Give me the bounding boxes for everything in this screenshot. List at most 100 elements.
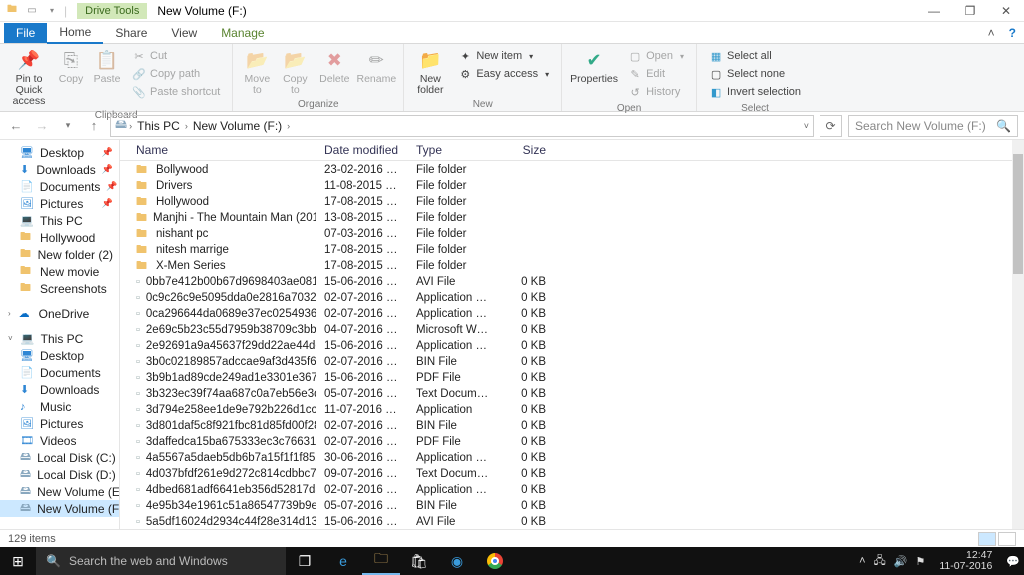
select-all-button[interactable]: ▦Select all: [705, 48, 805, 64]
copy-path-button[interactable]: 🔗Copy path: [128, 66, 224, 82]
nav-folder[interactable]: 🖿New movie: [0, 263, 119, 280]
nav-downloads[interactable]: ⬇Downloads: [0, 381, 119, 398]
tray-volume-icon[interactable]: 🔊: [894, 555, 908, 568]
file-row[interactable]: ▫2e92691a9a45637f29dd22ae44debf251d00...…: [120, 338, 1012, 354]
maximize-button[interactable]: ❐: [952, 0, 988, 22]
qat-item[interactable]: ▭: [24, 3, 40, 19]
file-row[interactable]: ▫3b0c02189857adccae9af3d435f69dec7a5e...…: [120, 354, 1012, 370]
history-button[interactable]: ↺History: [624, 84, 688, 100]
edit-button[interactable]: ✎Edit: [624, 66, 688, 82]
copy-button[interactable]: ⎘ Copy: [54, 46, 88, 87]
back-button[interactable]: ←: [6, 118, 26, 133]
properties-button[interactable]: ✔Properties: [568, 46, 620, 87]
file-row[interactable]: 🖿X-Men Series17-08-2015 12:42File folder: [120, 258, 1012, 274]
minimize-button[interactable]: —: [916, 0, 952, 22]
file-row[interactable]: ▫3b9b1ad89cde249ad1e3301e36793d7a866...1…: [120, 370, 1012, 386]
app-button[interactable]: ◉: [438, 547, 476, 575]
nav-videos[interactable]: 🎞Videos: [0, 432, 119, 449]
forward-button[interactable]: →: [32, 118, 52, 133]
chevron-down-icon[interactable]: ˅: [804, 121, 809, 131]
notifications-button[interactable]: 💬: [1006, 555, 1020, 568]
file-row[interactable]: ▫3d794e258ee1de9e792b226d1cc41a27bdb...1…: [120, 402, 1012, 418]
nav-this-pc-header[interactable]: ˅💻This PC: [0, 330, 119, 347]
file-row[interactable]: ▫4dbed681adf6641eb356d52817d3b08de06...0…: [120, 482, 1012, 498]
scrollbar[interactable]: [1012, 140, 1024, 529]
tray-chevron-icon[interactable]: ˄: [859, 555, 865, 567]
paste-button[interactable]: 📋 Paste: [90, 46, 124, 87]
nav-onedrive[interactable]: ›☁OneDrive: [0, 305, 119, 322]
easy-access-button[interactable]: ⚙Easy access▾: [454, 66, 553, 82]
nav-documents[interactable]: 📄Documents: [0, 364, 119, 381]
new-item-button[interactable]: ✦New item▾: [454, 48, 553, 64]
help-icon[interactable]: ?: [1001, 26, 1024, 40]
nav-this-pc[interactable]: 💻This PC: [0, 212, 119, 229]
edge-button[interactable]: e: [324, 547, 362, 575]
move-to-button[interactable]: 📂Move to: [239, 46, 275, 98]
ribbon-collapse-icon[interactable]: ˄: [982, 26, 1001, 40]
nav-folder[interactable]: 🖿Hollywood: [0, 229, 119, 246]
details-view-button[interactable]: [978, 532, 996, 546]
up-button[interactable]: ↑: [84, 118, 104, 133]
nav-pictures[interactable]: 🖼Pictures: [0, 415, 119, 432]
tab-share[interactable]: Share: [103, 23, 159, 43]
nav-documents[interactable]: 📄Documents📌: [0, 178, 119, 195]
breadcrumb-segment[interactable]: New Volume (F:): [190, 119, 285, 133]
tray-flag-icon[interactable]: ⚑: [915, 555, 925, 568]
start-button[interactable]: ⊞: [0, 553, 36, 570]
file-row[interactable]: ▫0c9c26c9e5095dda0e2816a7032babaf493...0…: [120, 290, 1012, 306]
file-row[interactable]: ▫0bb7e412b00b67d9698403ae0816f4a71eaf...…: [120, 274, 1012, 290]
explorer-button[interactable]: 🗀: [362, 547, 400, 575]
select-none-button[interactable]: ▢Select none: [705, 66, 805, 82]
taskbar-search[interactable]: 🔍 Search the web and Windows: [36, 547, 286, 575]
nav-desktop[interactable]: 🖥Desktop: [0, 347, 119, 364]
file-row[interactable]: ▫3daffedca15ba675333ec3c7663171cfd53f...…: [120, 434, 1012, 450]
chrome-button[interactable]: [476, 547, 514, 575]
scrollbar-thumb[interactable]: [1013, 154, 1023, 274]
recent-locations-button[interactable]: ▾: [58, 120, 78, 131]
open-button[interactable]: ▢Open▾: [624, 48, 688, 64]
rename-button[interactable]: ✏Rename: [355, 46, 397, 87]
nav-folder[interactable]: 🖿Screenshots: [0, 280, 119, 297]
file-row[interactable]: ▫4e95b34e1961c51a86547739b9e5474748e...0…: [120, 498, 1012, 514]
refresh-button[interactable]: ⟳: [820, 115, 842, 137]
col-type[interactable]: Type: [408, 143, 500, 157]
file-row[interactable]: ▫3d801daf5c8f921fbc81d85fd00f28e937a04..…: [120, 418, 1012, 434]
col-size[interactable]: Size: [500, 143, 554, 157]
file-row[interactable]: ▫4a5567a5daeb5db6b7a15f1f1f8527262cba...…: [120, 450, 1012, 466]
file-row[interactable]: ▫2e69c5b23c55d7959b38709c3bb6ab97e0d...0…: [120, 322, 1012, 338]
file-row[interactable]: ▫3b323ec39f74aa687c0a7eb56e3d61ff8df1...…: [120, 386, 1012, 402]
clock[interactable]: 12:47 11-07-2016: [933, 550, 998, 572]
file-row[interactable]: ▫4d037bfdf261e9d272c814cdbbc733f218d...0…: [120, 466, 1012, 482]
nav-music[interactable]: ♪Music: [0, 398, 119, 415]
nav-downloads[interactable]: ⬇Downloads📌: [0, 161, 119, 178]
col-date[interactable]: Date modified: [316, 143, 408, 157]
nav-pictures[interactable]: 🖼Pictures📌: [0, 195, 119, 212]
pin-to-quick-access-button[interactable]: 📌 Pin to Quick access: [6, 46, 52, 109]
qat-dropdown-icon[interactable]: ▾: [44, 3, 60, 19]
col-name[interactable]: Name: [120, 143, 316, 157]
store-button[interactable]: 🛍: [400, 547, 438, 575]
nav-local-d[interactable]: 🖴Local Disk (D:): [0, 466, 119, 483]
file-row[interactable]: ▫0ca296644da0689e37ec02549365a710af96...…: [120, 306, 1012, 322]
paste-shortcut-button[interactable]: 📎Paste shortcut: [128, 84, 224, 100]
tab-home[interactable]: Home: [47, 22, 103, 44]
search-input[interactable]: Search New Volume (F:) 🔍: [848, 115, 1018, 137]
large-icons-view-button[interactable]: [998, 532, 1016, 546]
nav-vol-f[interactable]: 🖴New Volume (F:): [0, 500, 119, 517]
file-row[interactable]: ▫5a5df16024d2934c44f28e314d13df30bdd7...…: [120, 514, 1012, 529]
tray-network-icon[interactable]: 🖧: [874, 552, 886, 571]
cut-button[interactable]: ✂Cut: [128, 48, 224, 64]
new-folder-button[interactable]: 📁New folder: [410, 46, 450, 98]
tab-file[interactable]: File: [4, 23, 47, 43]
close-button[interactable]: ✕: [988, 0, 1024, 22]
delete-button[interactable]: ✖Delete: [315, 46, 353, 87]
nav-folder[interactable]: 🖿New folder (2): [0, 246, 119, 263]
tab-manage[interactable]: Manage: [209, 23, 276, 43]
copy-to-button[interactable]: 📂Copy to: [277, 46, 313, 98]
tab-view[interactable]: View: [159, 23, 209, 43]
task-view-button[interactable]: ❐: [286, 547, 324, 575]
breadcrumb-segment[interactable]: This PC: [134, 119, 183, 133]
breadcrumb[interactable]: 🖴 › This PC › New Volume (F:) › ˅: [110, 115, 814, 137]
invert-selection-button[interactable]: ◧Invert selection: [705, 84, 805, 100]
nav-vol-e[interactable]: 🖴New Volume (E:): [0, 483, 119, 500]
